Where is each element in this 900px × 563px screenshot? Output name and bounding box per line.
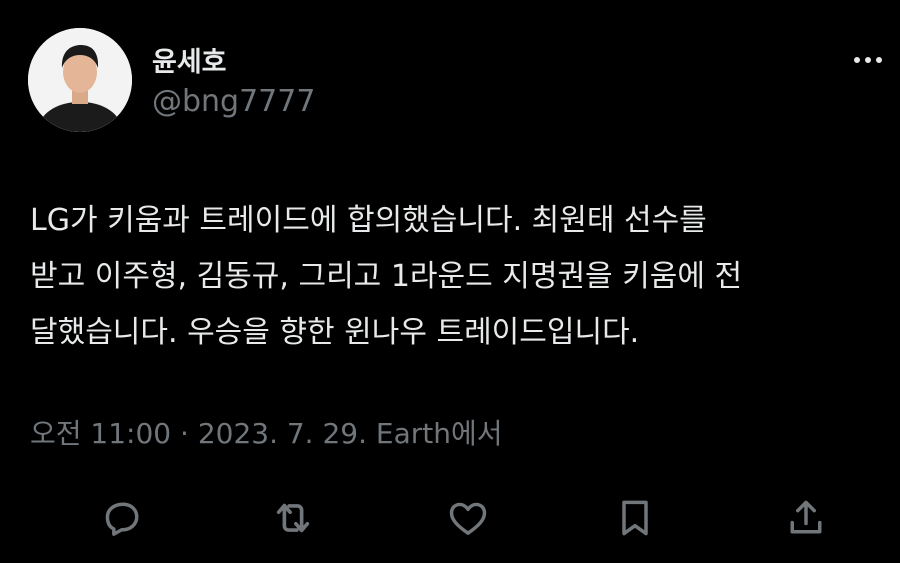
tweet-timestamp[interactable]: 오전 11:00 · 2023. 7. 29. Earth에서 bbox=[30, 412, 503, 452]
heart-icon bbox=[449, 502, 487, 535]
retweet-icon bbox=[276, 503, 310, 533]
more-horizontal-icon-dot bbox=[876, 57, 882, 63]
retweet-button[interactable] bbox=[265, 490, 321, 546]
avatar-portrait bbox=[28, 28, 132, 132]
bookmark-button[interactable] bbox=[607, 490, 663, 546]
share-icon bbox=[790, 500, 822, 534]
more-horizontal-icon bbox=[854, 57, 860, 63]
action-bar bbox=[0, 490, 900, 546]
more-horizontal-icon-dot bbox=[865, 57, 871, 63]
user-handle[interactable]: @bng7777 bbox=[152, 84, 315, 119]
like-button[interactable] bbox=[440, 490, 496, 546]
reply-button[interactable] bbox=[95, 490, 151, 546]
tweet-text: LG가 키움과 트레이드에 합의했습니다. 최원태 선수를 받고 이주형, 김동… bbox=[30, 203, 743, 350]
reply-icon bbox=[105, 502, 139, 536]
bookmark-icon bbox=[622, 500, 648, 536]
avatar[interactable] bbox=[28, 28, 132, 132]
more-options-button[interactable] bbox=[848, 46, 888, 74]
share-button[interactable] bbox=[778, 490, 834, 546]
display-name[interactable]: 윤세호 bbox=[152, 40, 227, 79]
